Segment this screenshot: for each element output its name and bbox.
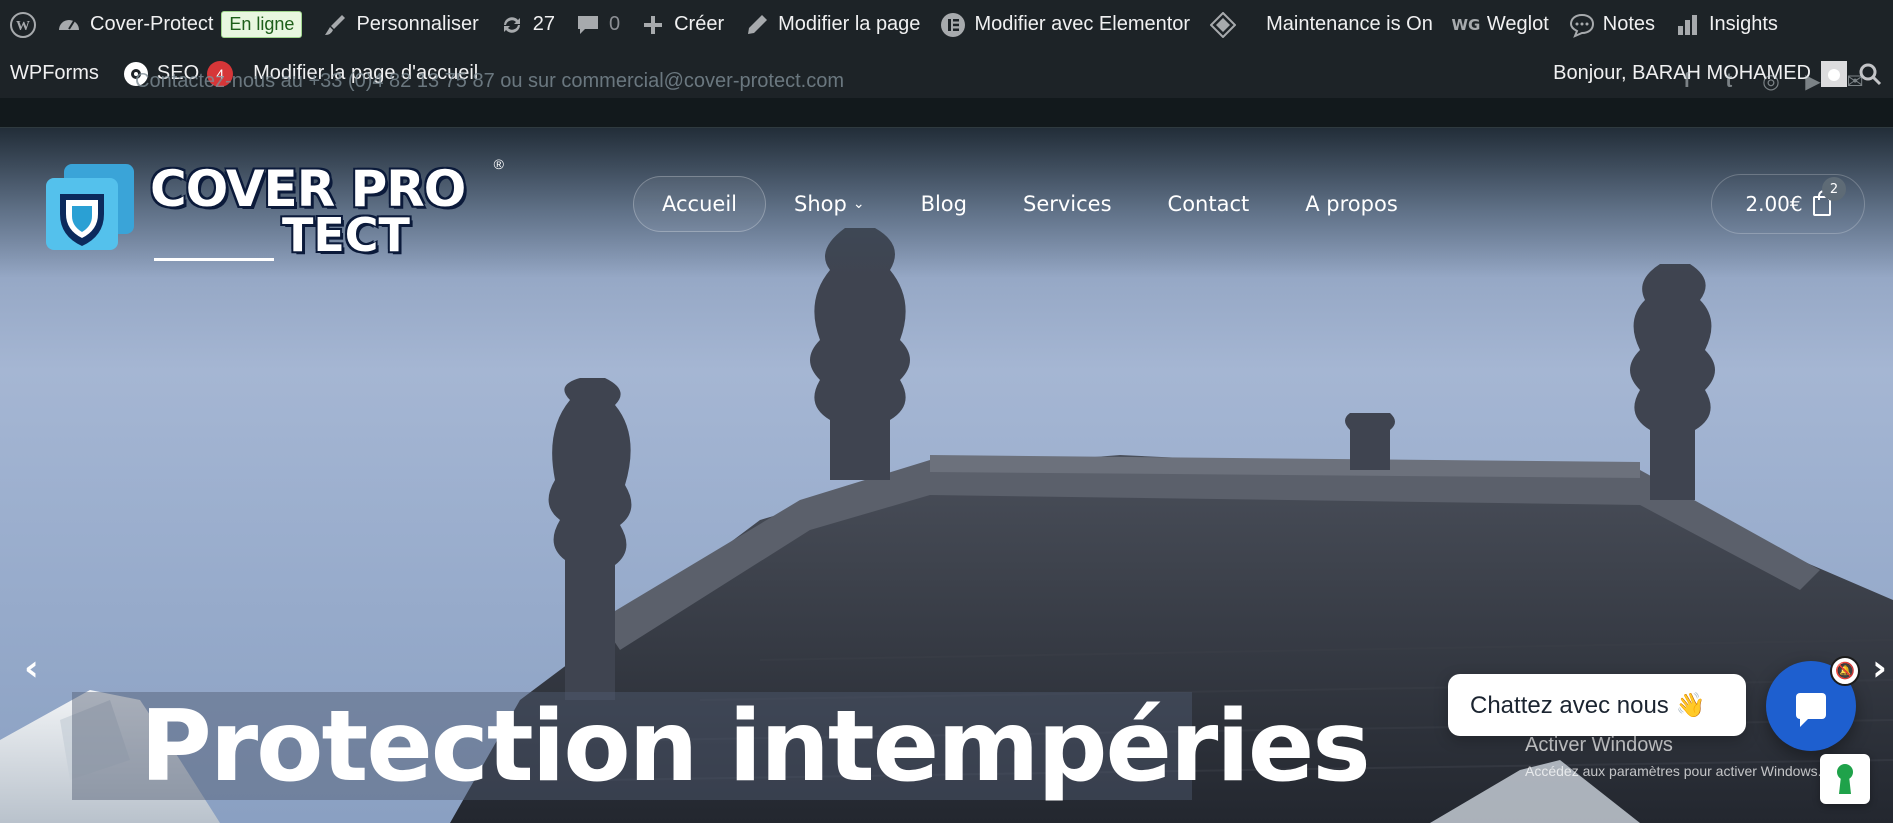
create-new-menu[interactable]: Créer: [630, 0, 734, 49]
maintenance-label: Maintenance is On: [1266, 13, 1433, 35]
twitter-icon[interactable]: t: [1716, 68, 1742, 94]
svg-text:W: W: [16, 19, 30, 34]
edit-page-label: Modifier la page: [778, 13, 921, 35]
pencil-icon: [744, 12, 770, 38]
slider-next-arrow[interactable]: ›: [1872, 648, 1887, 689]
wpforms-link[interactable]: WPForms: [0, 49, 109, 98]
chat-invite-bubble[interactable]: Chattez avec nous 👋: [1448, 674, 1746, 736]
weglot-link[interactable]: WG Weglot: [1443, 0, 1559, 49]
wpforms-label: WPForms: [10, 62, 99, 84]
customize-label: Personnaliser: [356, 13, 479, 35]
seo-notification-count: 4: [207, 60, 234, 87]
online-status-badge: En ligne: [221, 11, 303, 38]
watermark-title: Activer Windows: [1525, 734, 1673, 756]
admin-bar-row-2: WPForms SEO 4 Modifier la page d'accueil…: [0, 49, 1893, 98]
chat-icon: [1796, 693, 1826, 727]
cart-button[interactable]: 2.00€ 2: [1711, 174, 1865, 234]
logo-line-2: TECT: [282, 208, 410, 262]
nav-item-services[interactable]: Services: [995, 176, 1140, 232]
plus-icon: [640, 12, 666, 38]
comments-link[interactable]: 0: [565, 0, 630, 49]
site-name-label: Cover-Protect: [90, 13, 214, 35]
logo-wordmark: COVER PRO TECT ®: [150, 156, 510, 262]
seo-gear-icon: [123, 61, 149, 87]
site-name-menu[interactable]: Cover-Protect En ligne: [46, 0, 312, 49]
nav-item-contact[interactable]: Contact: [1140, 176, 1278, 232]
edit-home-link[interactable]: Modifier la page d'accueil: [243, 49, 488, 98]
updates-count: 27: [532, 13, 555, 35]
youtube-icon[interactable]: ▶: [1800, 68, 1826, 94]
maintenance-diamond-icon: [1210, 11, 1237, 38]
bar-chart-icon: [1675, 12, 1701, 38]
weglot-label: Weglot: [1486, 13, 1549, 35]
insights-link[interactable]: Insights: [1665, 0, 1788, 49]
nav-item-blog[interactable]: Blog: [893, 176, 995, 232]
hero-headline: Protection intempéries: [140, 690, 1371, 804]
wp-logo-menu[interactable]: W: [0, 0, 46, 49]
watermark-subtitle: Accédez aux paramètres pour activer Wind…: [1525, 763, 1822, 779]
notes-chat-icon: [1569, 12, 1595, 38]
logo-underline: [154, 258, 274, 261]
windows-activation-watermark: Activer Windows Accédez aux paramètres p…: [1525, 734, 1821, 779]
elementor-icon: [940, 12, 966, 38]
shield-logo-icon: [46, 164, 134, 252]
notification-muted-icon[interactable]: 🔕: [1830, 656, 1860, 686]
maintenance-link[interactable]: Maintenance is On: [1200, 0, 1443, 49]
seo-menu[interactable]: SEO 4: [113, 49, 243, 98]
edit-home-label: Modifier la page d'accueil: [253, 62, 479, 84]
create-label: Créer: [674, 13, 725, 35]
weglot-icon: WG: [1451, 15, 1481, 34]
slider-prev-arrow[interactable]: ‹: [24, 648, 39, 689]
instagram-icon[interactable]: ◎: [1758, 68, 1784, 94]
nav-item-shop[interactable]: Shop ⌄: [766, 176, 893, 232]
main-navigation: Accueil Shop ⌄ Blog Services Contact A p…: [633, 176, 1426, 232]
nav-item-accueil[interactable]: Accueil: [633, 176, 766, 232]
nav-item-a-propos[interactable]: A propos: [1277, 176, 1426, 232]
wp-admin-bar: W Cover-Protect En ligne Personnaliser 2…: [0, 0, 1893, 98]
chevron-down-icon: ⌄: [852, 196, 865, 212]
contact-topbar: [0, 98, 1893, 128]
seo-label: SEO: [156, 62, 200, 84]
chat-invite-text: Chattez avec nous 👋: [1470, 691, 1706, 719]
site-logo[interactable]: COVER PRO TECT ®: [46, 156, 516, 262]
edit-elementor-link[interactable]: Modifier avec Elementor: [930, 0, 1200, 49]
cart-total: 2.00€: [1745, 192, 1803, 216]
comment-bubble-icon: [575, 12, 601, 38]
customize-link[interactable]: Personnaliser: [312, 0, 488, 49]
nav-shop-label: Shop: [794, 192, 847, 216]
updates-refresh-icon: [499, 12, 525, 38]
cart-count-badge: 2: [1822, 177, 1846, 201]
paintbrush-icon: [322, 12, 348, 38]
updates-link[interactable]: 27: [489, 0, 565, 49]
insights-label: Insights: [1709, 13, 1778, 35]
site-header: COVER PRO TECT ® Accueil Shop ⌄ Blog Ser…: [0, 128, 1893, 278]
admin-bar-row-1: W Cover-Protect En ligne Personnaliser 2…: [0, 0, 1893, 49]
edit-page-link[interactable]: Modifier la page: [734, 0, 930, 49]
wordpress-icon: W: [10, 11, 36, 38]
registered-mark: ®: [493, 156, 504, 172]
dashboard-gauge-icon: [56, 12, 82, 38]
notes-link[interactable]: Notes: [1559, 0, 1665, 49]
social-links: f t ◎ ▶ ✉: [1674, 68, 1868, 94]
facebook-icon[interactable]: f: [1674, 68, 1700, 94]
notes-label: Notes: [1602, 13, 1655, 35]
keyhole-lock-icon[interactable]: [1820, 754, 1870, 804]
mail-icon[interactable]: ✉: [1842, 68, 1868, 94]
comments-count: 0: [608, 13, 621, 35]
edit-elementor-label: Modifier avec Elementor: [974, 13, 1191, 35]
